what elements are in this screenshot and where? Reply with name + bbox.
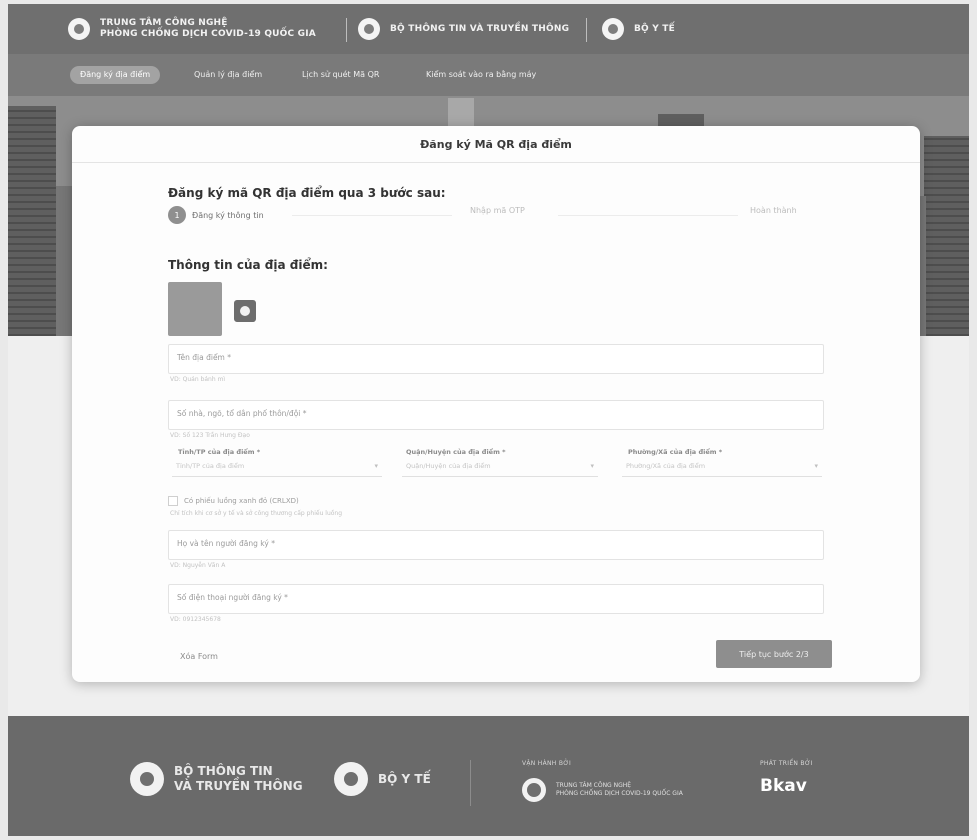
top-header: TRUNG TÂM CÔNG NGHỆ PHÒNG CHỐNG DỊCH COV… — [8, 4, 969, 54]
center-name-line2: PHÒNG CHỐNG DỊCH COVID-19 QUỐC GIA — [100, 29, 316, 39]
covid-center-emblem-icon — [522, 778, 546, 802]
ministry-health-name: BỘ Y TẾ — [634, 23, 675, 34]
footer-ministry-ict-logo[interactable]: BỘ THÔNG TIN VÀ TRUYỀN THÔNG — [130, 762, 303, 796]
registrant-name-input[interactable]: Họ và tên người đăng ký * — [168, 530, 824, 560]
developed-by-label: PHÁT TRIỂN BỞI — [760, 760, 813, 767]
location-info-heading: Thông tin của địa điểm: — [168, 258, 328, 272]
next-step-button[interactable]: Tiếp tục bước 2/3 — [716, 640, 832, 668]
reset-form-button[interactable]: Xóa Form — [180, 652, 218, 661]
card-divider — [72, 162, 920, 163]
green-zone-help: Chỉ tích khi cơ sở y tế và sở công thươn… — [170, 510, 343, 517]
step-3: Hoàn thành — [750, 206, 797, 215]
ministry-health-emblem-icon — [602, 18, 624, 40]
footer-divider — [470, 760, 471, 806]
step-connector — [558, 215, 738, 216]
green-zone-option[interactable]: Có phiếu luồng xanh đỏ (CRLXD) — [168, 496, 299, 506]
nav-item-qr-history[interactable]: Lịch sử quét Mã QR — [292, 66, 389, 84]
chevron-down-icon: ▾ — [814, 462, 818, 470]
steps-heading: Đăng ký mã QR địa điểm qua 3 bước sau: — [168, 186, 446, 200]
location-name-input[interactable]: Tên địa điểm * — [168, 344, 824, 374]
ministry-ict-emblem-icon — [358, 18, 380, 40]
province-select[interactable]: Tỉnh/TP của địa điểm ▾ — [172, 458, 382, 477]
registrant-name-help: VD: Nguyễn Văn A — [170, 562, 226, 569]
district-placeholder: Quận/Huyện của địa điểm — [406, 462, 491, 470]
ministry-health-emblem-icon — [334, 762, 368, 796]
footer-ict-line1: BỘ THÔNG TIN — [174, 764, 273, 778]
footer-covid-center-logo[interactable]: TRUNG TÂM CÔNG NGHỆ PHÒNG CHỐNG DỊCH COV… — [522, 778, 683, 802]
step-3-label: Hoàn thành — [750, 206, 797, 215]
step-1: 1 Đăng ký thông tin — [168, 206, 264, 224]
operated-by-label: VẬN HÀNH BỞI — [522, 760, 572, 767]
province-placeholder: Tỉnh/TP của địa điểm — [176, 462, 245, 470]
header-divider — [586, 18, 587, 42]
page: TRUNG TÂM CÔNG NGHỆ PHÒNG CHỐNG DỊCH COV… — [8, 4, 969, 836]
chevron-down-icon: ▾ — [590, 462, 594, 470]
location-name-help: VD: Quán bánh mì — [170, 376, 226, 383]
ward-placeholder: Phường/Xã của địa điểm — [626, 462, 706, 470]
footer-ministry-health-logo[interactable]: BỘ Y TẾ — [334, 762, 431, 796]
ward-select[interactable]: Phường/Xã của địa điểm ▾ — [622, 458, 822, 477]
ward-label: Phường/Xã của địa điểm * — [628, 448, 723, 456]
green-zone-checkbox[interactable] — [168, 496, 178, 506]
nav-item-machine-control[interactable]: Kiểm soát vào ra bằng máy — [416, 66, 546, 84]
center-name-line1: TRUNG TÂM CÔNG NGHỆ — [100, 18, 228, 28]
province-label: Tỉnh/TP của địa điểm * — [178, 448, 261, 456]
ministry-ict-name: BỘ THÔNG TIN VÀ TRUYỀN THÔNG — [390, 23, 570, 34]
address-input[interactable]: Số nhà, ngõ, tổ dân phố thôn/đội * — [168, 400, 824, 430]
main-nav: Đăng ký địa điểm Quản lý địa điểm Lịch s… — [8, 54, 969, 96]
ministry-health-logo[interactable]: BỘ Y TẾ — [602, 4, 675, 54]
footer: BỘ THÔNG TIN VÀ TRUYỀN THÔNG BỘ Y TẾ VẬN… — [8, 716, 969, 836]
registration-card: Đăng ký Mã QR địa điểm Đăng ký mã QR địa… — [72, 126, 920, 682]
footer-center-line1: TRUNG TÂM CÔNG NGHỆ — [556, 782, 632, 789]
district-label: Quận/Huyện của địa điểm * — [406, 448, 506, 456]
step-2: Nhập mã OTP — [470, 206, 525, 215]
nav-item-register-location[interactable]: Đăng ký địa điểm — [70, 66, 161, 84]
ministry-ict-logo[interactable]: BỘ THÔNG TIN VÀ TRUYỀN THÔNG — [358, 4, 569, 54]
ministry-ict-emblem-icon — [130, 762, 164, 796]
phone-input[interactable]: Số điện thoại người đăng ký * — [168, 584, 824, 614]
location-image-placeholder[interactable] — [168, 282, 222, 336]
covid-center-emblem-icon — [68, 18, 90, 40]
bkav-logo[interactable]: Bkav — [760, 776, 807, 796]
footer-health-name: BỘ Y TẾ — [378, 771, 431, 786]
upload-image-button[interactable] — [234, 300, 256, 322]
camera-icon — [240, 306, 250, 316]
step-2-label: Nhập mã OTP — [470, 206, 525, 215]
address-help: VD: Số 123 Trần Hưng Đạo — [170, 432, 250, 439]
step-1-label: Đăng ký thông tin — [192, 210, 264, 220]
phone-label: Số điện thoại người đăng ký * — [177, 593, 288, 602]
footer-ict-line2: VÀ TRUYỀN THÔNG — [174, 779, 303, 793]
card-title: Đăng ký Mã QR địa điểm — [420, 138, 572, 151]
address-label: Số nhà, ngõ, tổ dân phố thôn/đội * — [177, 409, 307, 418]
footer-center-line2: PHÒNG CHỐNG DỊCH COVID-19 QUỐC GIA — [556, 790, 683, 797]
chevron-down-icon: ▾ — [374, 462, 378, 470]
header-divider — [346, 18, 347, 42]
nav-item-manage-locations[interactable]: Quản lý địa điểm — [184, 66, 272, 84]
registrant-name-label: Họ và tên người đăng ký * — [177, 539, 275, 548]
location-name-label: Tên địa điểm * — [177, 353, 232, 362]
green-zone-label: Có phiếu luồng xanh đỏ (CRLXD) — [184, 497, 299, 505]
step-connector — [292, 215, 452, 216]
district-select[interactable]: Quận/Huyện của địa điểm ▾ — [402, 458, 598, 477]
covid-center-logo[interactable]: TRUNG TÂM CÔNG NGHỆ PHÒNG CHỐNG DỊCH COV… — [68, 4, 316, 54]
phone-help: VD: 0912345678 — [170, 616, 221, 623]
step-1-number: 1 — [168, 206, 186, 224]
